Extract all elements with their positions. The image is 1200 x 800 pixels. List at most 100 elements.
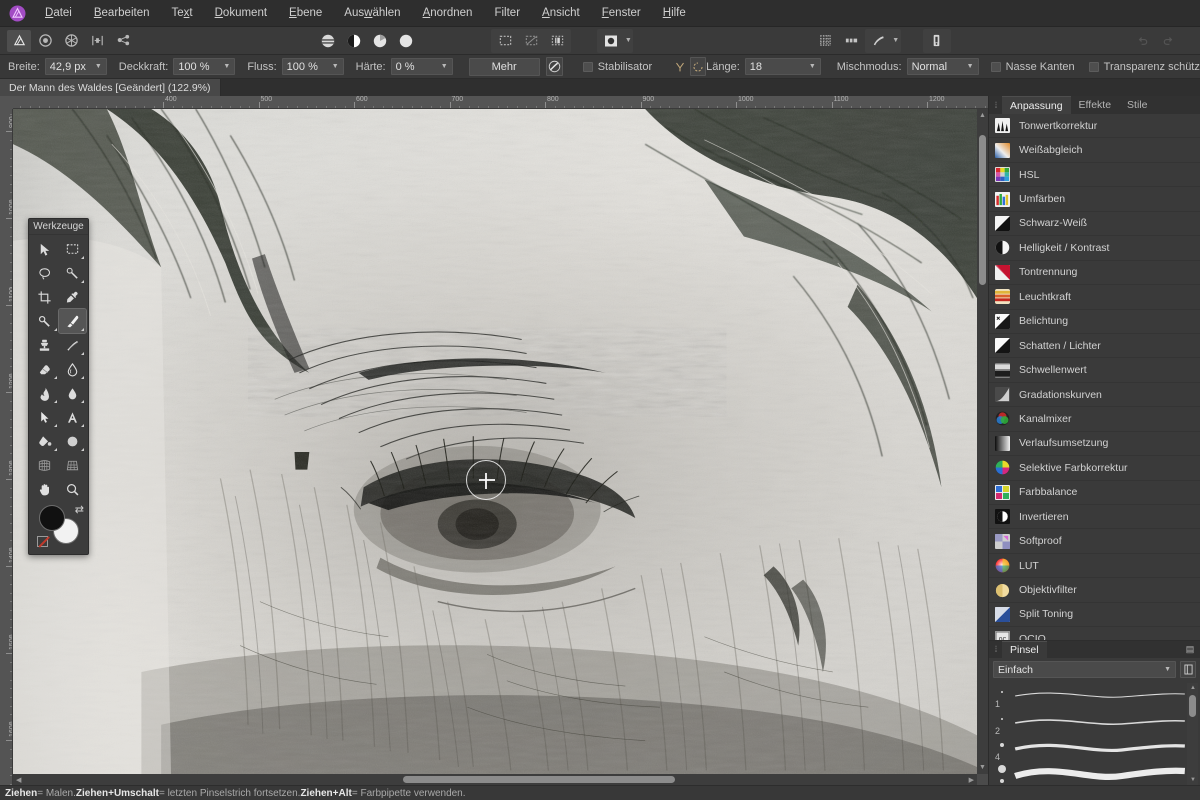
menu-item-auswählen[interactable]: Auswählen — [333, 0, 411, 27]
before-after-icon[interactable] — [368, 30, 392, 52]
perspective-tool-icon[interactable] — [59, 453, 87, 477]
scroll-down-arrow-icon[interactable]: ▼ — [1190, 777, 1196, 783]
export-persona-icon[interactable] — [111, 30, 135, 52]
zoom-tool-icon[interactable] — [59, 477, 87, 501]
after-view-icon[interactable] — [394, 30, 418, 52]
brush-strokes-list[interactable]: 1 2 4 ▲ ▼ — [989, 681, 1200, 785]
adjustment-row-belichtung[interactable]: Belichtung — [989, 310, 1200, 334]
develop-persona-icon[interactable] — [59, 30, 83, 52]
tab-effekte[interactable]: Effekte — [1071, 96, 1120, 114]
redo-icon[interactable] — [1157, 30, 1181, 52]
grid-icon[interactable] — [814, 30, 838, 52]
chevron-down-icon[interactable]: ▼ — [332, 63, 339, 70]
retouch-tool-icon[interactable] — [31, 309, 59, 333]
adjustment-row-schatten-lichter[interactable]: Schatten / Lichter — [989, 334, 1200, 359]
menu-item-datei[interactable]: Datei — [34, 0, 83, 27]
brush-list-scrollbar[interactable]: ▲ ▼ — [1187, 683, 1198, 785]
menu-item-filter[interactable]: Filter — [483, 0, 531, 27]
adjustment-row-umf-rben[interactable]: Umfärben — [989, 187, 1200, 212]
affinity-logo-icon[interactable] — [0, 5, 34, 22]
adjustment-row-selektive-farbkorrektur[interactable]: Selektive Farbkorrektur — [989, 456, 1200, 481]
text-tool-icon[interactable] — [59, 405, 87, 429]
snap-dropdown-caret-icon[interactable]: ▼ — [892, 37, 900, 44]
tab-anpassung[interactable]: Anpassung — [1002, 96, 1071, 114]
menu-item-ebene[interactable]: Ebene — [278, 0, 333, 27]
protect-alpha-checkbox[interactable]: Transparenz schützen — [1088, 61, 1200, 73]
menu-item-fenster[interactable]: Fenster — [591, 0, 652, 27]
adjustment-row-hsl[interactable]: HSL — [989, 163, 1200, 188]
mesh-warp-tool-icon[interactable] — [31, 453, 59, 477]
paint-brush-tool-icon[interactable] — [57, 308, 87, 334]
tab-stile[interactable]: Stile — [1119, 96, 1155, 114]
chevron-down-icon[interactable]: ▼ — [967, 63, 974, 70]
menu-item-ansicht[interactable]: Ansicht — [531, 0, 591, 27]
deselect-icon[interactable] — [519, 30, 543, 52]
adjustment-row-invertieren[interactable]: Invertieren — [989, 505, 1200, 530]
crop-tool-icon[interactable] — [31, 285, 59, 309]
liquify-persona-icon[interactable] — [33, 30, 57, 52]
smudge-tool-icon[interactable] — [59, 333, 87, 357]
adjustment-row-leuchtkraft[interactable]: Leuchtkraft — [989, 285, 1200, 310]
adjustment-row-schwarz-wei[interactable]: Schwarz-Weiß — [989, 212, 1200, 237]
adjustment-row-verlaufsumsetzung[interactable]: Verlaufsumsetzung — [989, 432, 1200, 457]
adjustment-row-split-toning[interactable]: Split Toning — [989, 603, 1200, 628]
move-tool-icon[interactable] — [31, 237, 59, 261]
opacity-field[interactable]: 100 % ▼ — [173, 58, 236, 75]
wet-edges-checkbox[interactable]: Nasse Kanten — [990, 61, 1075, 73]
foreground-color-swatch[interactable] — [39, 505, 65, 531]
brush-stroke-previews[interactable] — [1013, 683, 1187, 785]
scroll-up-arrow-icon[interactable]: ▲ — [1190, 685, 1196, 691]
menu-item-bearbeiten[interactable]: Bearbeiten — [83, 0, 161, 27]
brush-category-dropdown[interactable]: Einfach ▼ — [993, 661, 1176, 678]
scroll-left-arrow-icon[interactable]: ◀ — [16, 776, 21, 784]
stabilizer-checkbox[interactable]: Stabilisator — [582, 61, 652, 73]
marquee-select-icon[interactable] — [493, 30, 517, 52]
candidate-snap-icon[interactable] — [867, 30, 891, 52]
mask-icon[interactable] — [599, 30, 623, 52]
hardness-field[interactable]: 0 % ▼ — [390, 58, 453, 75]
canvas[interactable] — [13, 109, 977, 774]
undo-icon[interactable] — [1131, 30, 1155, 52]
flow-field[interactable]: 100 % ▼ — [281, 58, 344, 75]
tone-mapping-persona-icon[interactable] — [85, 30, 109, 52]
panel-menu-icon[interactable]: ▤ — [1180, 641, 1200, 658]
more-button[interactable]: Mehr — [468, 57, 540, 76]
adjustment-row-gradationskurven[interactable]: Gradationskurven — [989, 383, 1200, 408]
shape-tool-icon[interactable] — [59, 429, 87, 453]
brush-view-mode-icon[interactable] — [1180, 661, 1196, 678]
window-stabilizer-icon[interactable] — [690, 57, 707, 76]
panel-grip-icon[interactable]: ⦙⦙ — [989, 641, 1002, 658]
brush-width-field[interactable]: 42,9 px ▼ — [44, 58, 107, 75]
chevron-down-icon[interactable]: ▼ — [223, 63, 230, 70]
refine-selection-icon[interactable] — [545, 30, 569, 52]
scroll-up-arrow-icon[interactable]: ▲ — [979, 112, 986, 119]
document-tab[interactable]: Der Mann des Waldes [Geändert] (122.9%) — [0, 79, 221, 96]
photo-persona-icon[interactable] — [7, 29, 31, 52]
horizontal-ruler[interactable]: 40050060070080090010001100120013001400 — [13, 96, 988, 109]
rope-stabilizer-icon[interactable] — [672, 57, 688, 76]
adjustment-row-softproof[interactable]: Softproof — [989, 529, 1200, 554]
flood-fill-tool-icon[interactable] — [31, 429, 59, 453]
marquee-tool-icon[interactable] — [59, 237, 87, 261]
scroll-right-arrow-icon[interactable]: ▶ — [969, 776, 974, 784]
chevron-down-icon[interactable]: ▼ — [809, 63, 816, 70]
dodge-tool-icon[interactable] — [59, 381, 87, 405]
adjustment-row-helligkeit-kontrast[interactable]: Helligkeit / Kontrast — [989, 236, 1200, 261]
split-view-icon[interactable] — [316, 30, 340, 52]
chevron-down-icon[interactable]: ▼ — [95, 63, 102, 70]
vertical-ruler[interactable]: 9001000110012001300140015001600 — [0, 109, 13, 785]
tab-pinsel[interactable]: Pinsel — [1002, 641, 1047, 658]
menu-item-anordnen[interactable]: Anordnen — [412, 0, 484, 27]
blur-tool-icon[interactable] — [59, 357, 87, 381]
snapping-bar-icon[interactable] — [840, 30, 864, 52]
burn-tool-icon[interactable] — [31, 381, 59, 405]
length-field[interactable]: 18 ▼ — [744, 58, 821, 75]
adjustment-row-kanalmixer[interactable]: Kanalmixer — [989, 407, 1200, 432]
panel-grip-icon[interactable]: ⦙⦙ — [989, 96, 1002, 114]
brush-list-scroll-thumb[interactable] — [1189, 695, 1196, 717]
clone-stamp-tool-icon[interactable] — [31, 333, 59, 357]
horizontal-scrollbar[interactable]: ◀ ▶ — [13, 774, 977, 785]
blend-mode-field[interactable]: Normal ▼ — [906, 58, 979, 75]
menu-item-dokument[interactable]: Dokument — [204, 0, 278, 27]
adjustment-row-tontrennung[interactable]: Tontrennung — [989, 261, 1200, 286]
